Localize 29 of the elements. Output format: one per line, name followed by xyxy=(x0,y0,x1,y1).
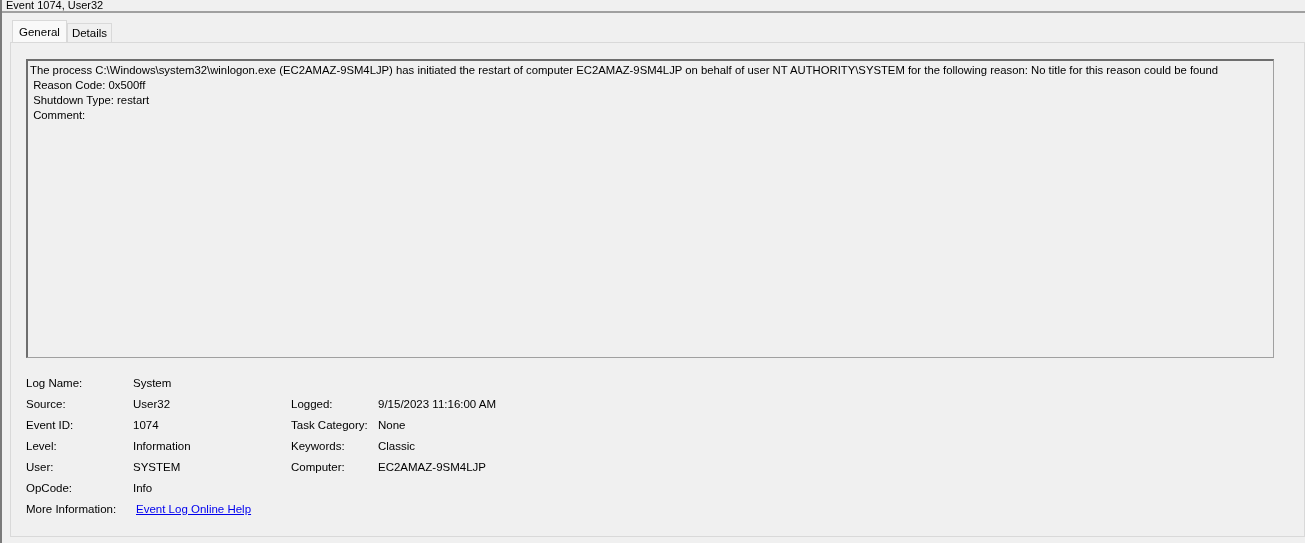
field-value: System xyxy=(133,376,173,389)
field-value: None xyxy=(378,418,407,431)
window-title: Event 1074, User32 xyxy=(6,0,104,11)
description-line: The process C:\Windows\system32\winlogon.exe (EC2AMAZ-9SM4LJP) has initiated the restart of computer EC2AMAZ-9SM4LJP on behalf of user NT AUTHORITY\SYSTEM for the following reason: No title for this reason could be found xyxy=(30,63,1220,78)
field-value: Information xyxy=(133,439,192,452)
field-value: EC2AMAZ-9SM4LJP xyxy=(378,460,487,473)
field-value: 1074 xyxy=(133,418,160,431)
tab[interactable]: General xyxy=(12,20,67,42)
field-value: SYSTEM xyxy=(133,460,182,473)
field-value: User32 xyxy=(133,397,172,410)
help-link[interactable]: Event Log Online Help xyxy=(136,502,252,515)
field-label: Keywords: xyxy=(291,439,346,452)
tab[interactable]: Details xyxy=(66,23,113,42)
description-line: Shutdown Type: restart xyxy=(32,93,151,108)
field-label: OpCode: xyxy=(26,481,74,494)
field-label: Computer: xyxy=(291,460,346,473)
field-label: Log Name: xyxy=(26,376,84,389)
field-value: 9/15/2023 11:16:00 AM xyxy=(378,397,498,410)
field-label: More Information: xyxy=(26,502,118,515)
description-line: Reason Code: 0x500ff xyxy=(32,78,147,93)
field-label: User: xyxy=(26,460,55,473)
field-label: Level: xyxy=(26,439,58,452)
field-label: Logged: xyxy=(291,397,334,410)
field-label: Task Category: xyxy=(291,418,369,431)
field-value: Classic xyxy=(378,439,417,452)
field-value: Info xyxy=(133,481,154,494)
field-label: Source: xyxy=(26,397,67,410)
field-label: Event ID: xyxy=(26,418,75,431)
description-line: Comment: xyxy=(32,108,87,123)
